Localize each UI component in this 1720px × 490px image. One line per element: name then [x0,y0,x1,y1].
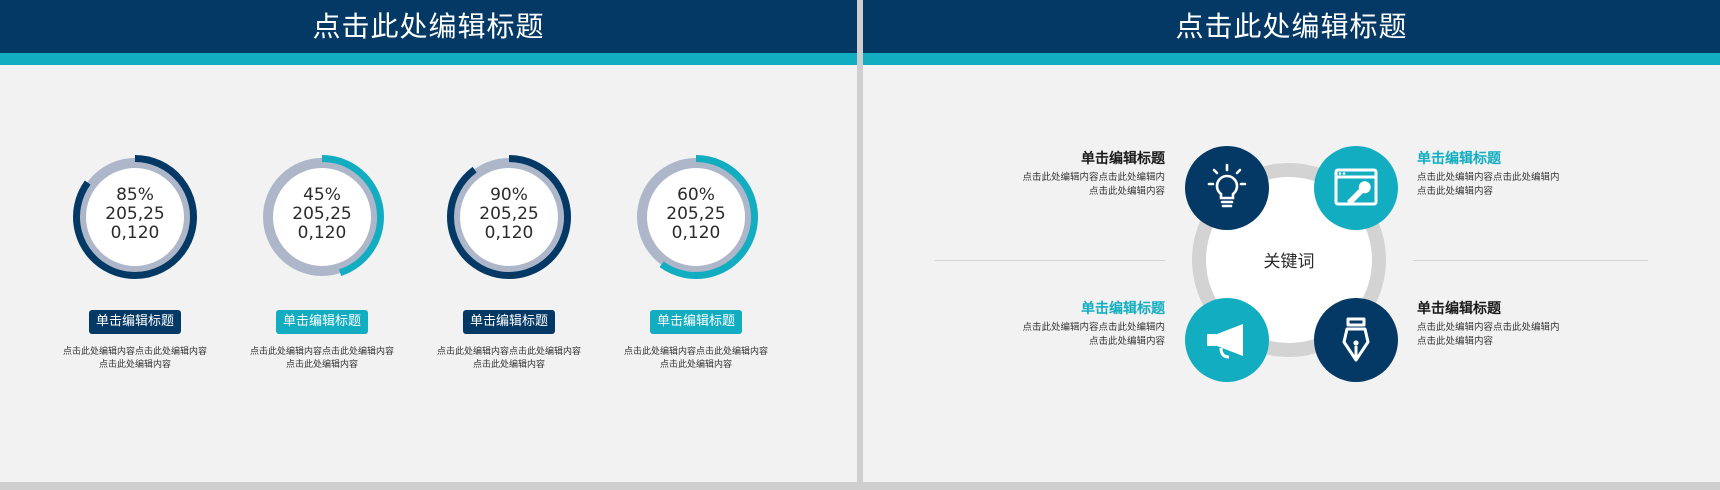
node-lightbulb[interactable] [1185,146,1269,230]
value-line-3: 0,120 [671,223,721,243]
node-window-wrench[interactable] [1314,146,1398,230]
desc-line-1: 点击此处编辑内容点击此处编辑内容 [249,347,394,357]
desc-line-1: 点击此处编辑内容点击此处编辑内 [1022,322,1165,333]
percent-value: 60% [677,185,715,205]
lightbulb-icon [1207,163,1247,208]
item-description: 点击此处编辑内容点击此处编辑内容 点击此处编辑内容 [50,346,220,372]
center-keyword: 关键词 [1263,252,1315,272]
desc-line-2: 点击此处编辑内容 [98,360,171,370]
value-line-2: 205,25 [479,204,539,224]
percent-value: 45% [303,185,341,205]
progress-ring: 90% 205,25 0,120 [446,154,572,280]
desc-line-1: 点击此处编辑内容点击此处编辑内 [1417,172,1560,183]
value-line-2: 205,25 [666,204,726,224]
megaphone-icon [1207,324,1243,359]
value-line-2: 205,25 [105,204,165,224]
slide-right: 点击此处编辑标题 关键词 单击编辑标题 点击此处编辑内容点击此处编辑内 点击此处… [863,0,1720,482]
node-megaphone[interactable] [1185,298,1269,382]
divider-right [1413,260,1648,261]
block-desc-top-right: 点击此处编辑内容点击此处编辑内 点击此处编辑内容 [1417,171,1617,199]
block-desc-bottom-left: 点击此处编辑内容点击此处编辑内 点击此处编辑内容 [965,321,1165,349]
block-title-top-left: 单击编辑标题 [1081,151,1165,167]
progress-ring: 45% 205,25 0,120 [259,154,385,280]
desc-line-2: 点击此处编辑内容 [1417,336,1494,347]
slide-title: 点击此处编辑标题 [863,0,1720,53]
block-title-top-right: 单击编辑标题 [1417,151,1501,167]
progress-item-4: 60% 205,25 0,120 单击编辑标题 点击此处编辑内容点击此处编辑内容… [611,150,781,390]
accent-bar [0,53,857,65]
item-tag[interactable]: 单击编辑标题 [275,310,369,334]
desc-line-2: 点击此处编辑内容 [1417,186,1494,197]
block-title-bottom-right: 单击编辑标题 [1417,301,1501,317]
item-description: 点击此处编辑内容点击此处编辑内容 点击此处编辑内容 [237,346,407,372]
desc-line-1: 点击此处编辑内容点击此处编辑内 [1022,172,1165,183]
divider-left [935,260,1165,261]
progress-ring: 85% 205,25 0,120 [72,154,198,280]
desc-line-2: 点击此处编辑内容 [1088,336,1165,347]
progress-ring: 60% 205,25 0,120 [633,154,759,280]
desc-line-1: 点击此处编辑内容点击此处编辑内 [1417,322,1560,333]
ring-value: 45% 205,25 0,120 [259,186,385,243]
item-description: 点击此处编辑内容点击此处编辑内容 点击此处编辑内容 [611,346,781,372]
value-line-2: 205,25 [292,204,352,224]
item-tag[interactable]: 单击编辑标题 [88,310,182,334]
ring-value: 85% 205,25 0,120 [72,186,198,243]
slide-left: 点击此处编辑标题 85% 205,25 0,120 单击编辑标题 点击此处编辑内… [0,0,857,482]
window-wrench-icon [1334,168,1378,206]
desc-line-2: 点击此处编辑内容 [659,360,732,370]
percent-value: 85% [116,185,154,205]
progress-item-1: 85% 205,25 0,120 单击编辑标题 点击此处编辑内容点击此处编辑内容… [50,150,220,390]
ring-value: 60% 205,25 0,120 [633,186,759,243]
percent-value: 90% [490,185,528,205]
item-tag[interactable]: 单击编辑标题 [462,310,556,334]
slide-title: 点击此处编辑标题 [0,0,857,53]
block-title-bottom-left: 单击编辑标题 [1081,301,1165,317]
value-line-3: 0,120 [297,223,347,243]
desc-line-1: 点击此处编辑内容点击此处编辑内容 [623,347,768,357]
desc-line-2: 点击此处编辑内容 [1088,186,1165,197]
ring-value: 90% 205,25 0,120 [446,186,572,243]
value-line-3: 0,120 [484,223,534,243]
accent-bar [863,53,1720,65]
node-pen-nib[interactable] [1314,298,1398,382]
progress-item-2: 45% 205,25 0,120 单击编辑标题 点击此处编辑内容点击此处编辑内容… [237,150,407,390]
desc-line-1: 点击此处编辑内容点击此处编辑内容 [436,347,581,357]
item-tag[interactable]: 单击编辑标题 [649,310,743,334]
desc-line-2: 点击此处编辑内容 [285,360,358,370]
block-desc-top-left: 点击此处编辑内容点击此处编辑内 点击此处编辑内容 [965,171,1165,199]
block-desc-bottom-right: 点击此处编辑内容点击此处编辑内 点击此处编辑内容 [1417,321,1617,349]
desc-line-2: 点击此处编辑内容 [472,360,545,370]
pen-nib-icon [1342,317,1370,362]
desc-line-1: 点击此处编辑内容点击此处编辑内容 [62,347,207,357]
progress-item-3: 90% 205,25 0,120 单击编辑标题 点击此处编辑内容点击此处编辑内容… [424,150,594,390]
item-description: 点击此处编辑内容点击此处编辑内容 点击此处编辑内容 [424,346,594,372]
value-line-3: 0,120 [110,223,160,243]
